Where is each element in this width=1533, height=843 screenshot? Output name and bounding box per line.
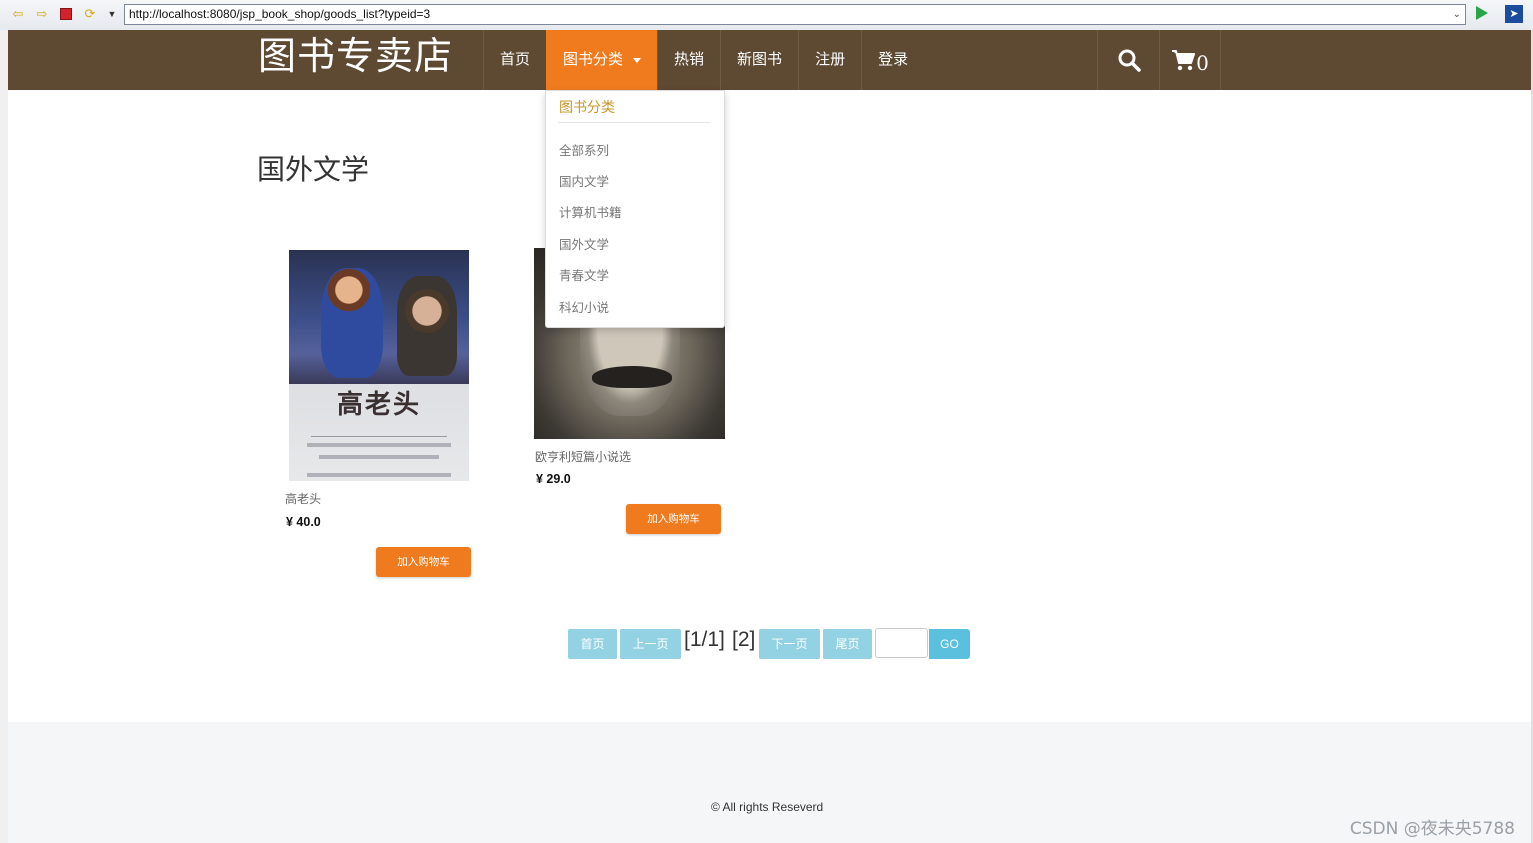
add-to-cart-button[interactable]: 加入购物车 <box>376 547 471 577</box>
dropdown-item-scifi[interactable]: 科幻小说 <box>559 297 609 316</box>
site-brand[interactable]: 图书专卖店 <box>258 30 453 90</box>
nav-item-categories[interactable]: 图书分类 <box>546 30 658 90</box>
nav-menu: 首页 图书分类 热销 新图书 注册 登录 <box>483 30 924 90</box>
dropdown-divider <box>558 122 710 123</box>
go-button[interactable]: GO <box>929 629 970 659</box>
cart-count: 0 <box>1196 51 1209 75</box>
add-to-cart-button[interactable]: 加入购物车 <box>626 504 721 534</box>
cover-figure <box>321 268 383 378</box>
nav-item-home[interactable]: 首页 <box>483 30 546 90</box>
page-footer: © All rights Reseverd CSDN @夜未央5788 <box>8 722 1531 843</box>
address-dropdown-icon[interactable]: ⌄ <box>1453 5 1461 24</box>
go-icon[interactable] <box>1476 6 1488 20</box>
nav-item-categories-label: 图书分类 <box>563 51 624 68</box>
page-number-input[interactable] <box>875 628 928 658</box>
book-title[interactable]: 欧亨利短篇小说选 <box>535 448 631 465</box>
book-price: ¥ 40.0 <box>286 515 321 529</box>
window-edge <box>0 30 8 843</box>
site-navbar: 图书专卖店 首页 图书分类 热销 新图书 注册 登录 0 <box>8 30 1531 90</box>
dropdown-header: 图书分类 <box>559 99 615 115</box>
refresh-icon[interactable]: ⟳ <box>82 6 98 22</box>
last-page-button[interactable]: 尾页 <box>823 629 872 659</box>
cover-text-line <box>319 455 439 459</box>
forward-icon[interactable]: ⇨ <box>34 6 50 22</box>
category-dropdown: 图书分类 全部系列 国内文学 计算机书籍 国外文学 青春文学 科幻小说 <box>545 90 725 328</box>
next-page-button[interactable]: 下一页 <box>759 629 820 659</box>
book-cover-image[interactable]: 高老头 <box>289 250 469 481</box>
nav-item-hot[interactable]: 热销 <box>657 30 720 90</box>
page-status: [1/1] <box>684 628 725 651</box>
address-url: http://localhost:8080/jsp_book_shop/good… <box>129 7 431 21</box>
extension-icon[interactable]: ➤ <box>1505 5 1523 23</box>
stop-icon[interactable] <box>58 6 74 22</box>
prev-page-button[interactable]: 上一页 <box>620 629 681 659</box>
watermark-text: CSDN @夜未央5788 <box>1349 819 1515 839</box>
browser-toolbar: ⇦ ⇨ ⟳ ▼ http://localhost:8080/jsp_book_s… <box>0 0 1533 31</box>
book-price: ¥ 29.0 <box>536 472 571 486</box>
cover-rule <box>311 436 447 437</box>
cart-button[interactable]: 0 <box>1159 30 1221 90</box>
dropdown-item-computer[interactable]: 计算机书籍 <box>559 202 622 221</box>
page-title: 国外文学 <box>257 153 370 186</box>
dropdown-item-youth[interactable]: 青春文学 <box>559 265 609 284</box>
copyright-text: © All rights Reseverd <box>711 800 824 814</box>
search-icon <box>1118 49 1141 72</box>
dropdown-item-foreign[interactable]: 国外文学 <box>559 234 609 253</box>
page-number-link[interactable]: [2] <box>732 628 755 652</box>
dropdown-item-domestic[interactable]: 国内文学 <box>559 171 609 190</box>
book-title[interactable]: 高老头 <box>285 490 321 507</box>
cover-text-line <box>307 443 451 447</box>
address-bar[interactable]: http://localhost:8080/jsp_book_shop/good… <box>124 4 1466 25</box>
nav-item-new-books[interactable]: 新图书 <box>720 30 798 90</box>
cover-text-line <box>307 473 451 477</box>
first-page-button[interactable]: 首页 <box>568 629 617 659</box>
nav-actions: 0 <box>1097 30 1221 90</box>
cart-icon <box>1172 50 1196 71</box>
search-button[interactable] <box>1097 30 1159 90</box>
nav-item-login[interactable]: 登录 <box>861 30 924 90</box>
caret-down-icon <box>633 57 642 63</box>
cover-figure <box>397 276 457 376</box>
nav-item-register[interactable]: 注册 <box>798 30 861 90</box>
back-icon[interactable]: ⇦ <box>10 6 26 22</box>
chevron-down-icon[interactable]: ▼ <box>104 6 120 22</box>
dropdown-item-all[interactable]: 全部系列 <box>559 140 609 159</box>
cover-title: 高老头 <box>336 390 421 420</box>
cover-portrait-detail <box>592 366 672 388</box>
